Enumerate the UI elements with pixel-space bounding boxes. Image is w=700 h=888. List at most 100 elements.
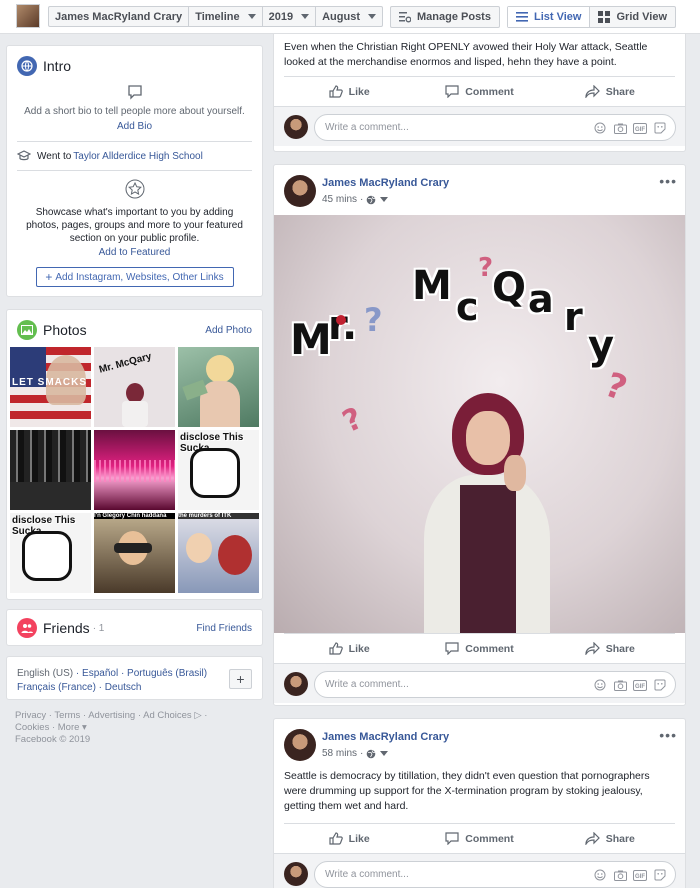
more-options-icon[interactable]: ••• (659, 727, 677, 743)
divider (17, 170, 252, 171)
share-icon (585, 642, 600, 655)
photo-thumbnail[interactable] (178, 347, 259, 427)
school-link[interactable]: Taylor Allderdice High School (73, 151, 203, 162)
chevron-down-icon (247, 14, 256, 19)
plus-icon: + (236, 671, 245, 687)
sticker-icon[interactable] (653, 868, 667, 882)
plus-icon: + (45, 270, 53, 284)
gif-icon[interactable]: GIF (633, 121, 647, 135)
photo-thumbnail[interactable]: the murders of ITK (178, 513, 259, 593)
timeline-filter-group: James MacRyland Crary Timeline 2019 Augu… (48, 6, 383, 27)
like-button[interactable]: Like (284, 642, 414, 655)
photos-title: Photos (43, 322, 87, 338)
photo-thumbnail[interactable]: Mr. McQary (94, 347, 175, 427)
share-button[interactable]: Share (545, 832, 675, 845)
add-links-button[interactable]: + Add Instagram, Websites, Other Links (35, 267, 234, 287)
more-options-icon[interactable]: ••• (659, 173, 677, 189)
like-button[interactable]: Like (284, 85, 414, 98)
speech-bubble-icon (7, 84, 262, 103)
language-links-2[interactable]: Français (France) · Deutsch (17, 682, 141, 693)
camera-icon[interactable] (613, 868, 627, 882)
add-photo-link[interactable]: Add Photo (205, 325, 252, 336)
add-to-featured-link[interactable]: Add to Featured (99, 247, 171, 258)
emoji-icon[interactable] (593, 678, 607, 692)
friends-card: Friends · 1 Find Friends (6, 609, 263, 646)
timeline-selector[interactable]: Timeline (189, 7, 263, 26)
friends-header: Friends · 1 Find Friends (7, 610, 262, 646)
svg-text:GIF: GIF (635, 684, 645, 690)
chevron-down-icon (368, 14, 376, 19)
comment-icon (445, 85, 459, 98)
find-friends-link[interactable]: Find Friends (196, 623, 252, 634)
intro-header: Intro (7, 46, 262, 86)
post-header: James MacRyland Crary 58 mins · ••• (274, 719, 685, 763)
author-name[interactable]: James MacRyland Crary (322, 731, 449, 743)
comment-button[interactable]: Comment (414, 832, 544, 845)
footer-links[interactable]: Privacy · Terms · Advertising · Ad Choic… (15, 710, 260, 722)
thumbs-up-icon (329, 832, 343, 845)
comment-button[interactable]: Comment (414, 85, 544, 98)
sticker-icon[interactable] (653, 678, 667, 692)
comment-button[interactable]: Comment (414, 642, 544, 655)
friends-title: Friends (43, 620, 90, 636)
camera-icon[interactable] (613, 121, 627, 135)
avatar (284, 115, 308, 139)
audience-chevron-icon[interactable] (380, 197, 389, 202)
share-button[interactable]: Share (545, 85, 675, 98)
language-links[interactable]: · Español · Português (Brasil) (73, 668, 207, 679)
post-image[interactable]: M r. M c Q a r y ? ? ? ? (274, 215, 685, 633)
post: James MacRyland Crary 45 mins · ••• M r. … (273, 164, 686, 706)
thumbs-up-icon (329, 642, 343, 655)
month-selector[interactable]: August (316, 7, 382, 26)
post-actions: Like Comment Share (284, 76, 675, 106)
avatar (284, 862, 308, 886)
globe-icon (367, 195, 376, 204)
photo-thumbnail[interactable]: I'n Glegory Chin haddana (94, 513, 175, 593)
comment-input[interactable]: Write a comment... GIF (314, 671, 676, 698)
bio-prompt: Add a short bio to tell people more abou… (24, 106, 245, 117)
comment-icon (445, 642, 459, 655)
photo-thumbnail[interactable]: LET SMACKS (10, 347, 91, 427)
profile-thumbnail[interactable] (16, 4, 40, 28)
photo-thumbnail[interactable] (94, 430, 175, 510)
gif-icon[interactable]: GIF (633, 868, 647, 882)
emoji-icon[interactable] (593, 868, 607, 882)
add-bio-link[interactable]: Add Bio (117, 121, 152, 132)
photo-thumbnail[interactable] (10, 430, 91, 510)
grid-view-button[interactable]: Grid View (590, 7, 675, 27)
footer-links-2[interactable]: Cookies · More ▾ (15, 722, 260, 734)
graduation-cap-icon (17, 150, 31, 161)
sticker-icon[interactable] (653, 121, 667, 135)
year-selector[interactable]: 2019 (263, 7, 317, 26)
comment-composer: Write a comment... GIF (274, 663, 685, 703)
post-timestamp: 58 mins · (322, 748, 389, 759)
comment-input[interactable]: Write a comment... GIF (314, 861, 676, 888)
camera-icon[interactable] (613, 678, 627, 692)
author-name[interactable]: James MacRyland Crary (322, 177, 449, 189)
page-footer: Privacy · Terms · Advertising · Ad Choic… (15, 710, 260, 746)
manage-posts-button[interactable]: Manage Posts (390, 6, 500, 28)
language-list: English (US) · Español · Português (Bras… (17, 667, 217, 695)
author-avatar[interactable] (284, 175, 316, 207)
intro-title: Intro (43, 58, 72, 74)
photo-thumbnail[interactable]: disclose This Sucka (10, 513, 91, 593)
photos-card: Photos Add Photo LET SMACKS Mr. McQary d… (6, 309, 263, 600)
add-language-button[interactable]: + (229, 669, 252, 689)
gif-icon[interactable]: GIF (633, 678, 647, 692)
friends-count: · 1 (92, 622, 105, 634)
grid-icon (598, 11, 611, 23)
author-avatar[interactable] (284, 729, 316, 761)
share-button[interactable]: Share (545, 642, 675, 655)
globe-icon (17, 56, 37, 76)
list-view-button[interactable]: List View (508, 7, 591, 27)
photos-header: Photos Add Photo (7, 310, 262, 350)
audience-chevron-icon[interactable] (380, 751, 389, 756)
photo-thumbnail[interactable]: disclose This Sucka (178, 430, 259, 510)
comment-input[interactable]: Write a comment... GIF (314, 114, 676, 141)
comment-icon (445, 832, 459, 845)
avatar (284, 672, 308, 696)
emoji-icon[interactable] (593, 121, 607, 135)
like-button[interactable]: Like (284, 832, 414, 845)
photo-grid: LET SMACKS Mr. McQary disclose This Suck… (10, 347, 259, 593)
profile-name-selector[interactable]: James MacRyland Crary (49, 7, 190, 26)
